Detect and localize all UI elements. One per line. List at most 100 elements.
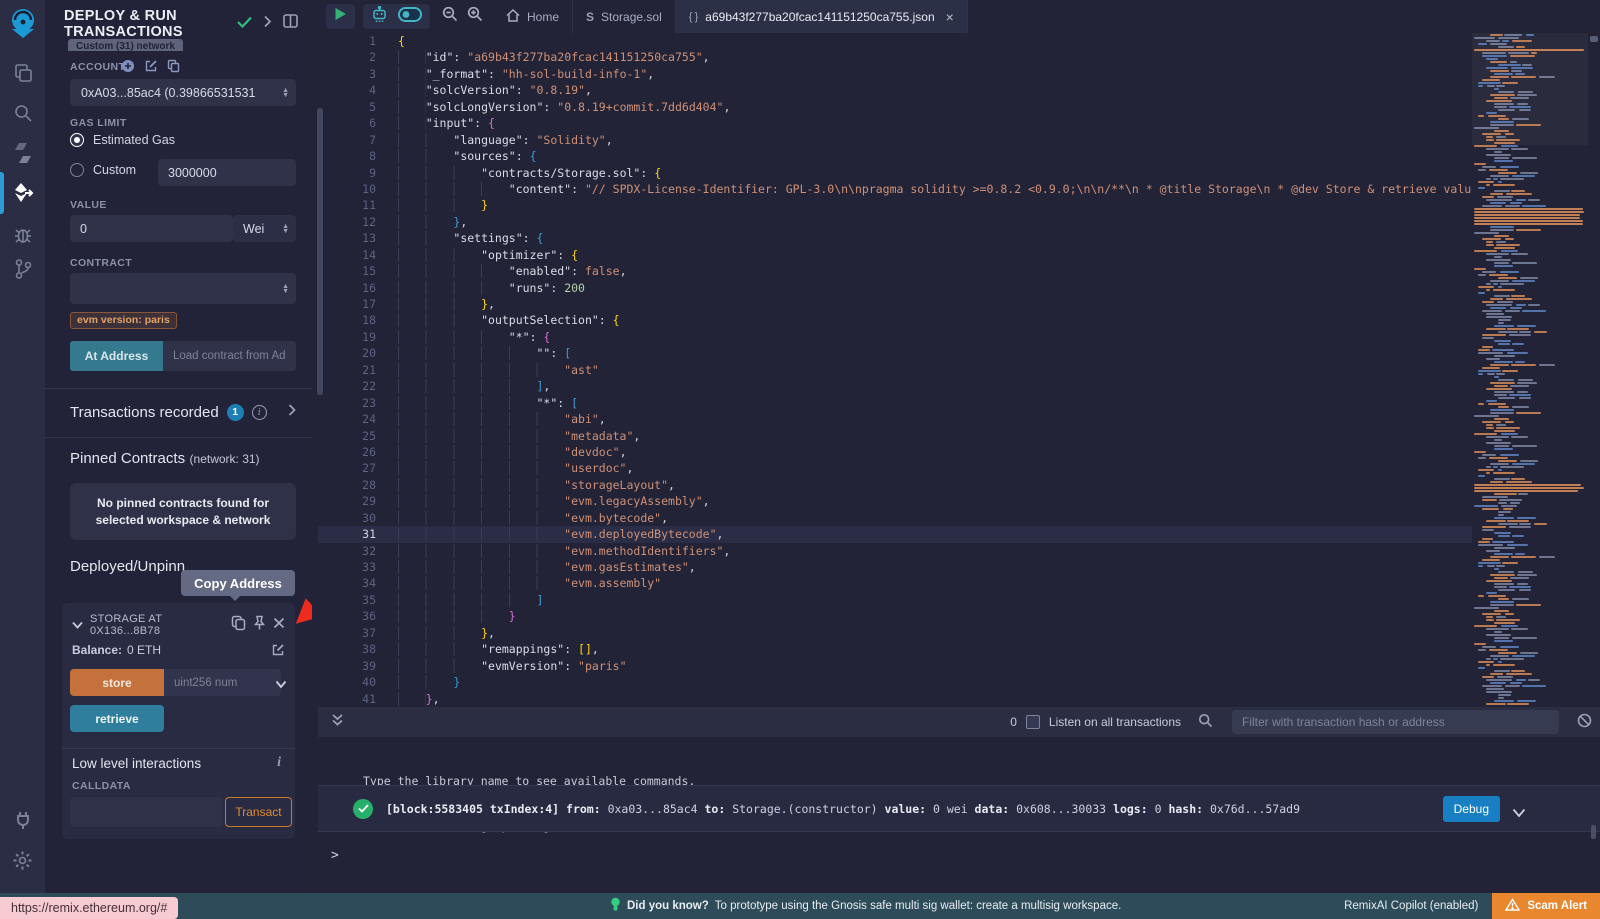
- panel-expand-chevron-icon[interactable]: [263, 15, 272, 33]
- copilot-status[interactable]: RemixAI Copilot (enabled): [1344, 900, 1478, 912]
- listen-checkbox[interactable]: [1026, 715, 1040, 729]
- transact-button[interactable]: Transact: [225, 797, 292, 827]
- value-unit-select[interactable]: Wei ▲▼: [233, 215, 296, 242]
- close-tab-icon[interactable]: ×: [946, 9, 954, 25]
- code-line[interactable]: 16 "runs": 200: [318, 280, 1472, 296]
- clear-console-icon[interactable]: [1577, 713, 1592, 731]
- code-line[interactable]: 29 "evm.legacyAssembly",: [318, 493, 1472, 509]
- code-line[interactable]: 24 "abi",: [318, 411, 1472, 427]
- code-line[interactable]: 32 "evm.methodIdentifiers",: [318, 543, 1472, 559]
- tab-home[interactable]: Home: [493, 0, 573, 33]
- code-line[interactable]: 38 "remappings": [],: [318, 641, 1472, 657]
- code-line[interactable]: 37 },: [318, 625, 1472, 641]
- code-line[interactable]: 30 "evm.bytecode",: [318, 510, 1472, 526]
- expand-transactions-chevron-icon[interactable]: [288, 403, 296, 421]
- estimated-gas-radio[interactable]: [70, 133, 84, 147]
- edit-balance-icon[interactable]: [271, 643, 285, 660]
- code-line[interactable]: 9 "contracts/Storage.sol": {: [318, 165, 1472, 181]
- collapse-chevron-icon[interactable]: [72, 616, 83, 634]
- account-stepper-icon[interactable]: ▲▼: [282, 88, 296, 98]
- code-line[interactable]: 36 }: [318, 608, 1472, 624]
- code-line[interactable]: 27 "userdoc",: [318, 460, 1472, 476]
- settings-gear-icon[interactable]: [0, 843, 45, 877]
- code-line[interactable]: 2 "id": "a69b43f277ba20fcac141151250ca75…: [318, 49, 1472, 65]
- store-button[interactable]: store: [70, 669, 164, 696]
- code-line[interactable]: 17 },: [318, 296, 1472, 312]
- copy-account-icon[interactable]: [167, 59, 180, 78]
- remix-logo-icon[interactable]: [0, 6, 45, 40]
- collapse-terminal-icon[interactable]: [331, 713, 344, 732]
- panel-layout-icon[interactable]: [283, 14, 298, 33]
- zoom-in-icon[interactable]: [467, 6, 483, 27]
- copy-address-icon[interactable]: [231, 615, 246, 636]
- account-select[interactable]: 0xA03...85ac4 (0.39866531531 ▲▼: [70, 79, 296, 106]
- file-explorer-icon[interactable]: [0, 56, 45, 90]
- search-plugin-icon[interactable]: [0, 96, 45, 130]
- git-icon[interactable]: [0, 252, 45, 286]
- code-line[interactable]: 13 "settings": {: [318, 230, 1472, 246]
- run-script-icon[interactable]: [334, 7, 347, 26]
- filter-input[interactable]: [1232, 710, 1559, 734]
- code-line[interactable]: 23 "*": [: [318, 395, 1472, 411]
- at-address-input[interactable]: [163, 341, 296, 371]
- minimap[interactable]: [1472, 33, 1588, 707]
- expand-tx-chevron-icon[interactable]: [1512, 803, 1526, 822]
- code-line[interactable]: 18 "outputSelection": {: [318, 312, 1472, 328]
- contract-select[interactable]: ▲▼: [70, 273, 296, 304]
- code-line[interactable]: 15 "enabled": false,: [318, 263, 1472, 279]
- calldata-input[interactable]: [70, 797, 223, 827]
- info-icon[interactable]: i: [252, 405, 267, 420]
- code-line[interactable]: 21 "ast": [318, 362, 1472, 378]
- code-line[interactable]: 7 "language": "Solidity",: [318, 132, 1472, 148]
- code-line[interactable]: 10 "content": "// SPDX-License-Identifie…: [318, 181, 1472, 197]
- tab-storage-sol[interactable]: S Storage.sol: [573, 0, 676, 33]
- debugger-icon[interactable]: [0, 218, 45, 252]
- expand-store-chevron-icon[interactable]: [275, 676, 287, 694]
- code-line[interactable]: 35 ]: [318, 592, 1472, 608]
- code-line[interactable]: 4 "solcVersion": "0.8.19",: [318, 82, 1472, 98]
- value-input[interactable]: [70, 215, 233, 242]
- terminal-prompt[interactable]: >: [331, 848, 339, 863]
- code-line[interactable]: 41 },: [318, 691, 1472, 707]
- code-line[interactable]: 8 "sources": {: [318, 148, 1472, 164]
- code-line[interactable]: 1{: [318, 33, 1472, 49]
- solidity-compiler-icon[interactable]: [0, 136, 45, 170]
- code-line[interactable]: 39 "evmVersion": "paris": [318, 658, 1472, 674]
- code-line[interactable]: 20 "": [: [318, 345, 1472, 361]
- at-address-button[interactable]: At Address: [70, 341, 163, 371]
- code-line[interactable]: 6 "input": {: [318, 115, 1472, 131]
- tab-build-info-json[interactable]: { } a69b43f277ba20fcac141151250ca755.jso…: [676, 0, 968, 33]
- plugin-manager-icon[interactable]: [0, 803, 45, 837]
- panel-scrollbar[interactable]: [317, 108, 323, 395]
- edit-account-icon[interactable]: [144, 59, 158, 78]
- code-line[interactable]: 33 "evm.gasEstimates",: [318, 559, 1472, 575]
- run-script-tile[interactable]: [326, 4, 355, 29]
- remix-ai-robot-icon[interactable]: [371, 6, 388, 28]
- add-account-icon[interactable]: [121, 59, 135, 78]
- custom-gas-radio[interactable]: [70, 163, 84, 177]
- code-line[interactable]: 28 "storageLayout",: [318, 477, 1472, 493]
- code-line[interactable]: 5 "solcLongVersion": "0.8.19+commit.7dd6…: [318, 99, 1472, 115]
- code-line[interactable]: 11 }: [318, 197, 1472, 213]
- retrieve-button[interactable]: retrieve: [70, 705, 164, 732]
- debug-button[interactable]: Debug: [1443, 796, 1500, 822]
- pin-icon[interactable]: [253, 615, 266, 636]
- code-line[interactable]: 26 "devdoc",: [318, 444, 1472, 460]
- code-line[interactable]: 31 "evm.deployedBytecode",: [318, 526, 1472, 542]
- code-line[interactable]: 25 "metadata",: [318, 428, 1472, 444]
- store-arg-input[interactable]: [164, 669, 281, 696]
- transaction-result-row[interactable]: [block:5583405 txIndex:4] from: 0xa03...…: [318, 785, 1600, 832]
- code-line[interactable]: 14 "optimizer": {: [318, 247, 1472, 263]
- custom-gas-input[interactable]: [158, 159, 296, 186]
- close-instance-icon[interactable]: [273, 616, 285, 634]
- code-line[interactable]: 3 "_format": "hh-sol-build-info-1",: [318, 66, 1472, 82]
- zoom-out-icon[interactable]: [442, 6, 458, 27]
- copilot-toggle-icon[interactable]: [398, 7, 422, 27]
- code-editor[interactable]: 1{2 "id": "a69b43f277ba20fcac141151250ca…: [318, 33, 1600, 707]
- low-level-info-icon[interactable]: i: [277, 755, 281, 771]
- contract-stepper-icon[interactable]: ▲▼: [282, 284, 296, 294]
- transactions-recorded-row[interactable]: Transactions recorded 1 i: [70, 403, 296, 421]
- code-line[interactable]: 19 "*": {: [318, 329, 1472, 345]
- contract-instance-title[interactable]: STORAGE AT 0X136...8B78: [90, 613, 224, 637]
- code-line[interactable]: 12 },: [318, 214, 1472, 230]
